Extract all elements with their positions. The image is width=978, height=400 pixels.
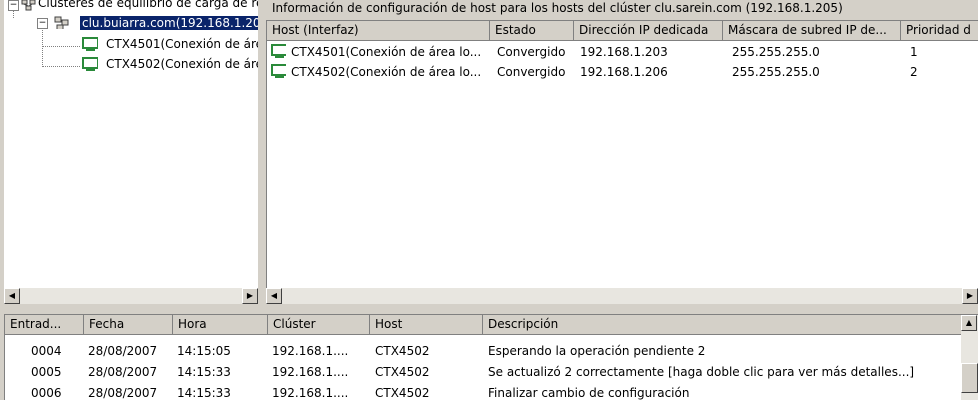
cell-cluster: 192.168.1.... [272,344,349,358]
cell-host: CTX4502 [375,386,430,400]
cell-host: CTX4502 [375,344,430,358]
cell-descripcion: Se actualizó 2 correctamente [haga doble… [488,365,915,379]
column-header-priority[interactable]: Prioridad d [901,21,978,41]
cell-mask: 255.255.255.0 [732,65,820,79]
column-header-hora[interactable]: Hora [173,315,268,335]
column-header-descripcion[interactable]: Descripción [483,315,962,335]
column-header-host[interactable]: Host (Interfaz) [267,21,490,41]
cell-host: CTX4502 [375,365,430,379]
scroll-thumb[interactable] [961,363,978,393]
clusters-icon [21,0,36,11]
cluster-icon [54,16,69,29]
column-header-mask[interactable]: Máscara de subred IP de... [723,21,901,41]
log-vertical-scrollbar[interactable]: ▲ [961,315,978,400]
tree-item-cluster[interactable]: clu.buiarra.com(192.168.1.20 [80,15,258,32]
arrow-right-icon[interactable]: ▶ [962,288,978,304]
host-info-title: Información de configuración de host par… [266,0,978,18]
column-header-ip[interactable]: Dirección IP dedicada [574,21,723,41]
cell-estado: Convergido [497,45,566,59]
cell-hora: 14:15:33 [177,365,231,379]
column-header-host[interactable]: Host [370,315,483,335]
tree-root-label[interactable]: Clústeres de equilibrio de carga de red [38,0,258,12]
arrow-up-icon[interactable]: ▲ [961,315,977,331]
cell-entrada: 0005 [31,365,62,379]
tree-item-host[interactable]: CTX4501(Conexión de áre [106,36,258,53]
cell-priority: 1 [910,45,918,59]
arrow-left-icon[interactable]: ◀ [4,288,20,304]
host-computer-icon [82,57,98,71]
column-header-estado[interactable]: Estado [490,21,574,41]
cell-entrada: 0004 [31,344,62,358]
cell-descripcion: Esperando la operación pendiente 2 [488,344,706,358]
host-list-horizontal-scrollbar[interactable]: ◀ ▶ [266,288,978,304]
cell-hora: 14:15:33 [177,386,231,400]
cell-fecha: 28/08/2007 [88,344,158,358]
cell-mask: 255.255.255.0 [732,45,820,59]
cell-cluster: 192.168.1.... [272,386,349,400]
host-computer-icon [271,64,286,78]
cluster-label: clu.buiarra.com(192.168.1.20 [80,16,258,30]
cell-hora: 14:15:05 [177,344,231,358]
minus-box-icon[interactable]: − [37,18,48,29]
cell-host: CTX4501(Conexión de área lo... [291,45,482,59]
cell-entrada: 0006 [31,386,62,400]
tree-horizontal-scrollbar[interactable]: ◀ ▶ [4,288,258,304]
cell-fecha: 28/08/2007 [88,386,158,400]
vertical-splitter[interactable] [258,0,266,308]
host-computer-icon [271,44,286,58]
host-list[interactable]: Host (Interfaz) Estado Dirección IP dedi… [266,20,978,288]
column-header-cluster[interactable]: Clúster [268,315,370,335]
cell-descripcion: Finalizar cambio de configuración [488,386,690,400]
column-header-fecha[interactable]: Fecha [84,315,173,335]
cell-host: CTX4502(Conexión de área lo... [291,65,482,79]
arrow-left-icon[interactable]: ◀ [266,288,282,304]
cell-estado: Convergido [497,65,566,79]
cluster-tree[interactable]: − Clústeres de equilibrio de carga de re… [4,0,259,288]
host-computer-icon [82,37,98,51]
cell-cluster: 192.168.1.... [272,365,349,379]
arrow-right-icon[interactable]: ▶ [242,288,258,304]
log-list[interactable]: Entrad... Fecha Hora Clúster Host Descri… [4,314,978,400]
column-header-entrada[interactable]: Entrad... [5,315,84,335]
cell-ip: 192.168.1.206 [580,65,668,79]
cell-fecha: 28/08/2007 [88,365,158,379]
tree-item-host[interactable]: CTX4502(Conexión de áre [106,56,258,73]
cell-ip: 192.168.1.203 [580,45,668,59]
cell-priority: 2 [910,65,918,79]
